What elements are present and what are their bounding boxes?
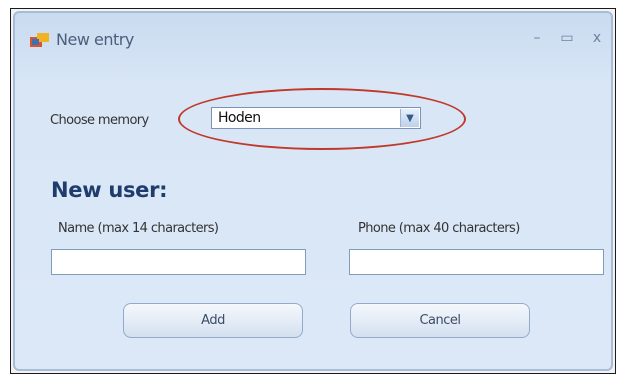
add-button[interactable]: Add (123, 303, 303, 338)
chevron-down-icon[interactable]: ▼ (400, 109, 419, 127)
phone-input[interactable] (349, 249, 604, 275)
cancel-button[interactable]: Cancel (350, 303, 530, 338)
section-heading: New user: (51, 178, 168, 202)
choose-memory-label: Choose memory (50, 113, 149, 128)
dialog-content: Choose memory Hoden ▼ New user: Name (ma… (15, 57, 611, 369)
titlebar: New entry – ▭ x (15, 13, 611, 57)
memory-select-value: Hoden (218, 110, 261, 126)
maximize-button[interactable]: ▭ (557, 29, 577, 47)
memory-select[interactable]: Hoden ▼ (211, 107, 421, 129)
window-title: New entry (56, 30, 134, 49)
name-label: Name (max 14 characters) (58, 221, 219, 236)
name-input[interactable] (51, 249, 306, 275)
new-entry-dialog: New entry – ▭ x Choose memory Hoden ▼ Ne… (13, 11, 613, 371)
app-icon (30, 33, 49, 47)
phone-label: Phone (max 40 characters) (358, 221, 520, 236)
minimize-button[interactable]: – (527, 29, 547, 47)
close-button[interactable]: x (587, 29, 607, 47)
